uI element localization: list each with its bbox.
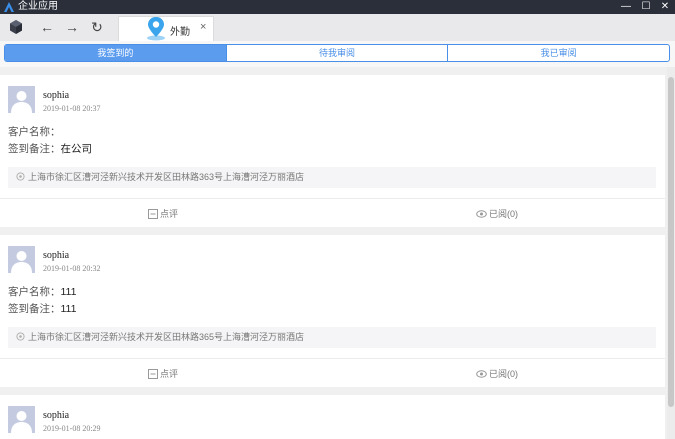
user-name: sophia [43, 250, 70, 261]
tab-label: 外勤 [170, 27, 190, 38]
address-box: 上海市徐汇区漕河泾新兴技术开发区田林路363号上海漕河泾万丽酒店 [8, 167, 656, 188]
user-name: sophia [43, 410, 70, 421]
user-name: sophia [43, 90, 70, 101]
read-count-button[interactable]: 已阅(0) [476, 208, 518, 220]
scrollbar-thumb[interactable] [668, 77, 674, 407]
segmented-control: 我签到的 待我审阅 我已审阅 [4, 44, 670, 62]
user-avatar-icon [8, 246, 35, 273]
scrollbar-track[interactable] [667, 67, 675, 439]
minimize-button[interactable]: — [617, 0, 635, 14]
refresh-button[interactable]: ↻ [88, 18, 106, 36]
checkin-time: 2019-01-08 20:37 [43, 104, 101, 113]
customer-line: 客户名称：111 [8, 284, 76, 299]
card-divider [0, 198, 665, 199]
note-line: 签到备注：111 [8, 301, 76, 316]
checkin-card: sophia 2019-01-08 20:37 客户名称： 签到备注：在公司 上… [0, 75, 665, 227]
back-button[interactable]: ← [38, 18, 56, 36]
comment-button[interactable]: 点评 [148, 368, 178, 380]
user-avatar-icon [8, 406, 35, 433]
window-title: 企业应用 [18, 1, 58, 12]
checkin-list: sophia 2019-01-08 20:37 客户名称： 签到备注：在公司 上… [0, 67, 667, 439]
maximize-button[interactable]: ☐ [637, 0, 655, 14]
cube-icon[interactable] [8, 19, 24, 35]
segment-my-checkins[interactable]: 我签到的 [5, 45, 226, 61]
note-line: 签到备注：在公司 [8, 141, 92, 156]
note-value: 111 [60, 303, 77, 315]
address-text: 上海市徐汇区漕河泾新兴技术开发区田林路363号上海漕河泾万丽酒店 [28, 172, 305, 182]
location-icon [16, 172, 25, 181]
read-label: 已阅(0) [489, 369, 518, 379]
segment-pending-review[interactable]: 待我审阅 [225, 45, 448, 61]
customer-line: 客户名称： [8, 124, 61, 139]
checkin-time: 2019-01-08 20:32 [43, 264, 101, 273]
tab-close-button[interactable]: × [200, 21, 206, 33]
eye-icon [476, 370, 487, 378]
location-pin-icon [147, 17, 165, 41]
avatar [8, 246, 35, 273]
comment-button[interactable]: 点评 [148, 208, 178, 220]
eye-icon [476, 210, 487, 218]
segment-bar: 我签到的 待我审阅 我已审阅 [0, 41, 675, 67]
app-logo-icon [4, 2, 14, 12]
checkin-time: 2019-01-08 20:29 [43, 424, 101, 433]
address-box: 上海市徐汇区漕河泾新兴技术开发区田林路365号上海漕河泾万丽酒店 [8, 327, 656, 348]
comment-icon [148, 369, 158, 379]
forward-button[interactable]: → [63, 18, 81, 36]
location-icon [16, 332, 25, 341]
close-window-button[interactable]: ✕ [656, 0, 674, 14]
note-label: 签到备注： [8, 143, 61, 155]
read-count-button[interactable]: 已阅(0) [476, 368, 518, 380]
note-value: 在公司 [60, 143, 93, 155]
checkin-card: sophia 2019-01-08 20:29 [0, 395, 665, 439]
note-label: 签到备注： [8, 303, 61, 315]
customer-value: 111 [60, 286, 77, 298]
read-label: 已阅(0) [489, 209, 518, 219]
customer-label: 客户名称： [8, 126, 61, 138]
segment-reviewed[interactable]: 我已审阅 [447, 45, 669, 61]
card-divider [0, 358, 665, 359]
comment-label: 点评 [160, 209, 179, 219]
browser-toolbar: ← → ↻ [0, 14, 675, 42]
window-titlebar: 企业应用 — ☐ ✕ [0, 0, 675, 14]
user-avatar-icon [8, 86, 35, 113]
avatar [8, 406, 35, 433]
address-text: 上海市徐汇区漕河泾新兴技术开发区田林路365号上海漕河泾万丽酒店 [28, 332, 305, 342]
checkin-card: sophia 2019-01-08 20:32 客户名称：111 签到备注：11… [0, 235, 665, 387]
comment-label: 点评 [160, 369, 179, 379]
customer-label: 客户名称： [8, 286, 61, 298]
comment-icon [148, 209, 158, 219]
avatar [8, 86, 35, 113]
tab-waiqin[interactable]: 外勤 × [118, 16, 214, 41]
